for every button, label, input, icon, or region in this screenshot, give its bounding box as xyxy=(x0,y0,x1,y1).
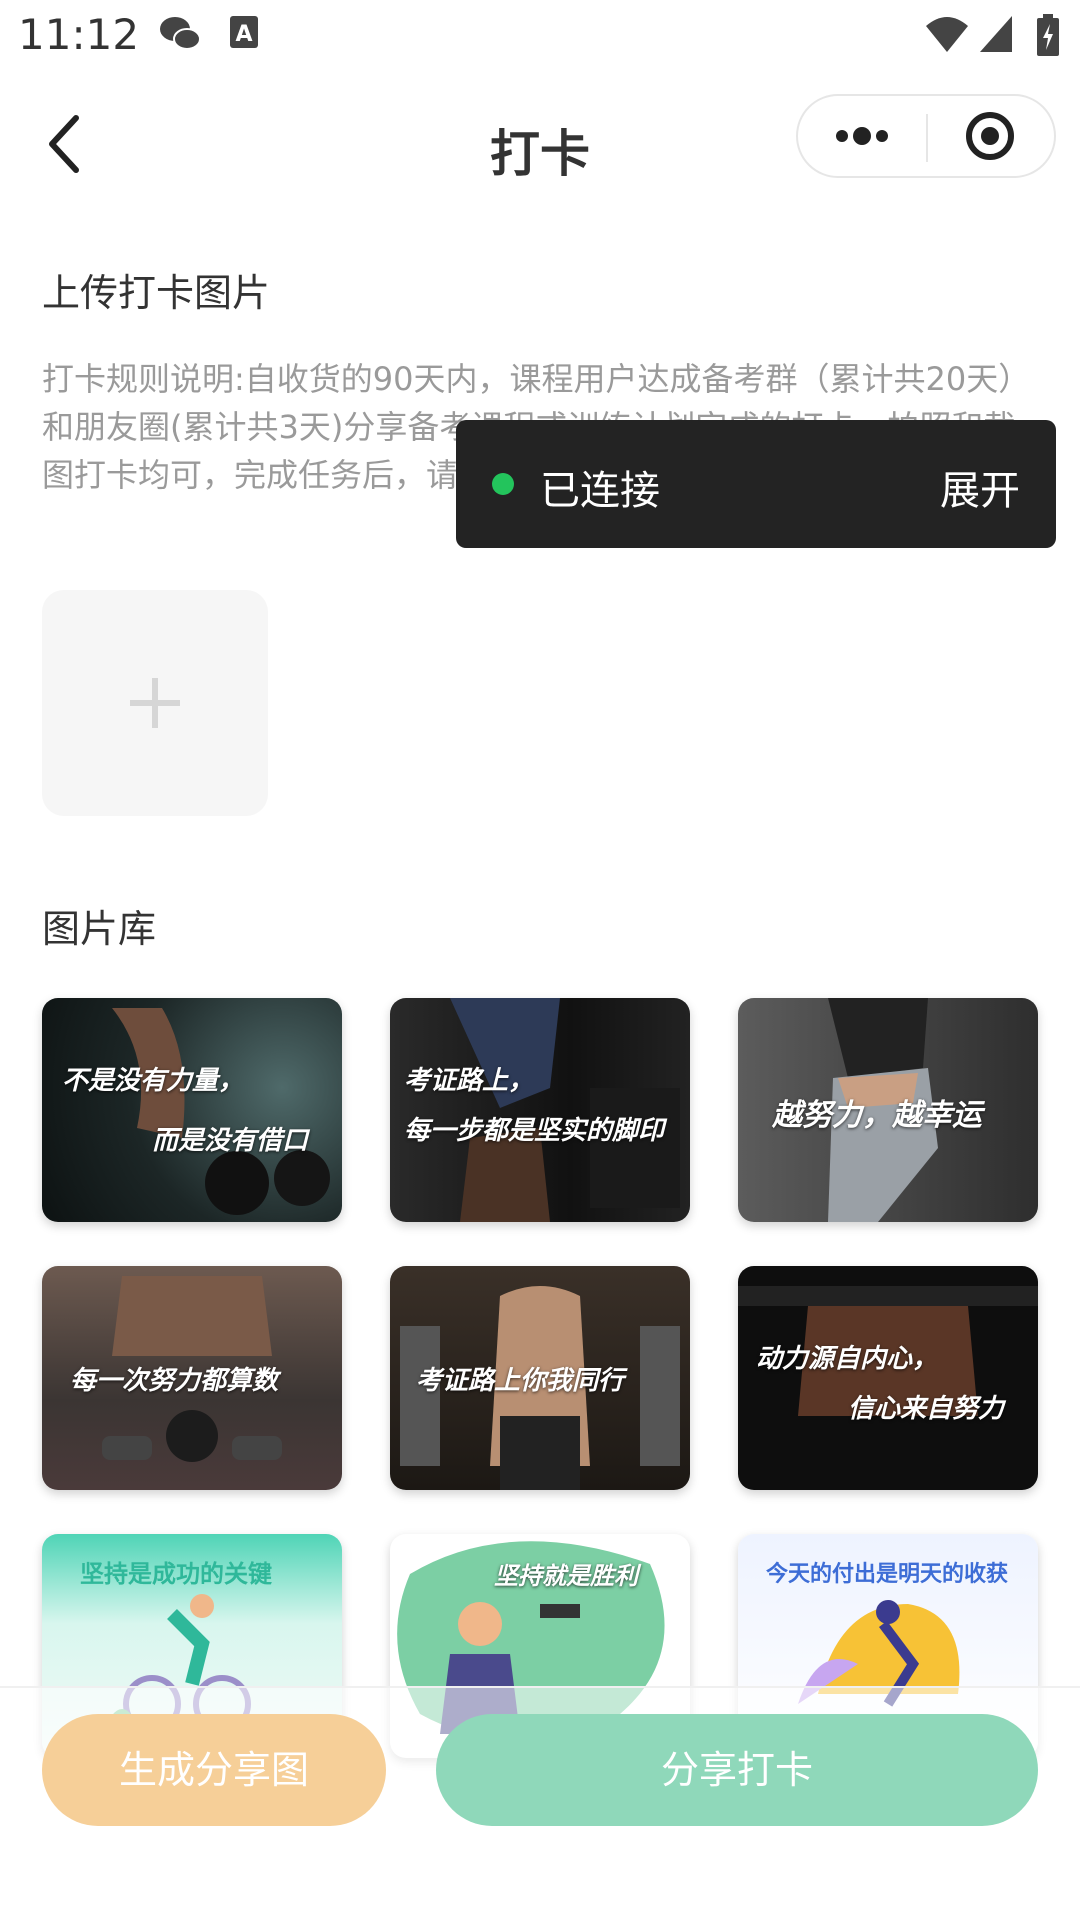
toast-expand-button[interactable]: 展开 xyxy=(940,458,1020,516)
font-icon: A xyxy=(230,16,258,48)
connected-dot-icon xyxy=(492,473,514,495)
gallery-caption: 信心来自努力 xyxy=(848,1394,1005,1424)
share-checkin-button[interactable]: 分享打卡 xyxy=(436,1714,1038,1826)
signal-icon xyxy=(980,16,1012,52)
toast-status-text: 已连接 xyxy=(540,468,660,514)
status-bar: 11:12 A xyxy=(0,0,1080,72)
svg-text:A: A xyxy=(235,22,252,47)
gallery-caption: 坚持就是胜利 xyxy=(494,1561,638,1590)
gallery-caption: 今天的付出是明天的收获 xyxy=(766,1561,1009,1587)
upload-title: 上传打卡图片 xyxy=(42,271,271,315)
wechat-icon xyxy=(160,17,201,50)
gallery-caption: 而是没有借口 xyxy=(152,1126,309,1156)
title-bar: 打卡 xyxy=(0,72,1080,212)
gallery-caption: 考证路上你我同行 xyxy=(416,1366,625,1396)
more-icon[interactable] xyxy=(798,96,926,176)
fitness-photo xyxy=(738,1286,1038,1416)
upload-image-button[interactable] xyxy=(42,590,268,816)
battery-icon xyxy=(1037,14,1059,56)
gallery-item[interactable]: 不是没有力量， 而是没有借口 xyxy=(42,998,342,1222)
bottom-action-bar: 生成分享图 分享打卡 xyxy=(0,1686,1080,1922)
fitness-photo xyxy=(112,1008,330,1215)
gallery-caption: 每一步都是坚实的脚印 xyxy=(404,1116,665,1146)
gallery-item[interactable]: 越努力，越幸运 xyxy=(738,998,1038,1222)
gallery-caption: 动力源自内心， xyxy=(756,1344,939,1374)
gallery-caption: 每一次努力都算数 xyxy=(70,1366,279,1396)
generate-share-image-button[interactable]: 生成分享图 xyxy=(42,1714,386,1826)
connection-toast: 已连接 展开 xyxy=(456,420,1056,548)
gallery-item[interactable]: 动力源自内心， 信心来自努力 xyxy=(738,1266,1038,1490)
gallery-title: 图片库 xyxy=(42,907,157,951)
plus-icon xyxy=(130,678,180,728)
status-time: 11:12 xyxy=(18,10,140,59)
close-target-icon[interactable] xyxy=(928,96,1056,176)
gallery-item[interactable]: 考证路上， 每一步都是坚实的脚印 xyxy=(390,998,690,1222)
gallery-item[interactable]: 每一次努力都算数 xyxy=(42,1266,342,1490)
gallery-item[interactable]: 考证路上你我同行 xyxy=(390,1266,690,1490)
wifi-icon xyxy=(926,17,968,52)
gallery-caption: 不是没有力量， xyxy=(62,1066,245,1096)
menu-capsule xyxy=(796,94,1056,178)
gallery-caption: 考证路上， xyxy=(404,1066,535,1096)
gallery-caption: 坚持是成功的关键 xyxy=(80,1559,272,1588)
gallery-caption: 越努力，越幸运 xyxy=(772,1098,982,1133)
